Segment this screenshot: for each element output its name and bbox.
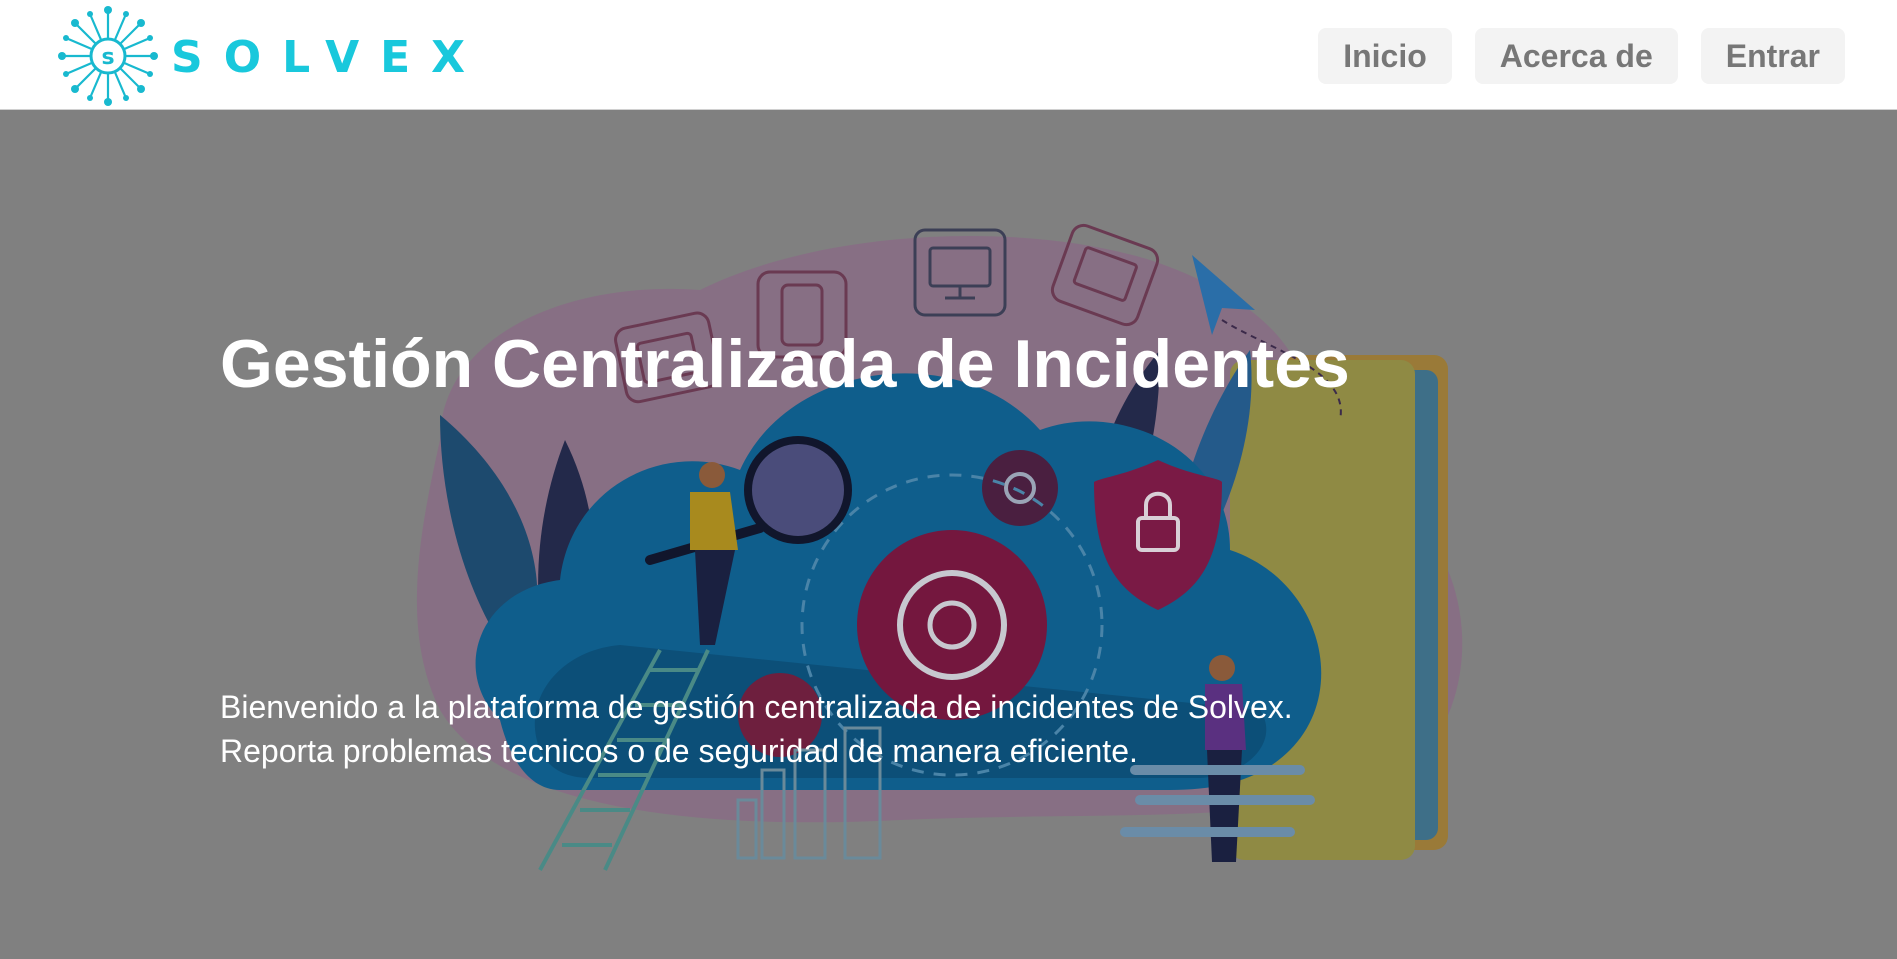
hero-title: Gestión Centralizada de Incidentes: [220, 326, 1350, 402]
solvex-logo[interactable]: s SOLVEX: [56, 4, 465, 108]
hero-background-illustration: [416, 223, 1463, 871]
nav-entrar-button[interactable]: Entrar: [1700, 28, 1845, 84]
brand-name: SOLVEX: [171, 32, 487, 83]
nav-acerca-de-button[interactable]: Acerca de: [1474, 28, 1678, 84]
solvex-logo-mark: s: [58, 6, 158, 106]
hero-description-line-1: Bienvenido a la plataforma de gestión ce…: [220, 689, 1293, 725]
main-nav: Inicio Acerca de Entrar: [1318, 28, 1845, 84]
hero-description: Bienvenido a la plataforma de gestión ce…: [220, 685, 1293, 773]
top-navbar: s SOLVEX Inicio Acerca de Entrar: [0, 0, 1897, 110]
nav-inicio-button[interactable]: Inicio: [1318, 28, 1452, 84]
hero-description-line-2: Reporta problemas tecnicos o de segurida…: [220, 733, 1138, 769]
logo-mark-letter: s: [101, 45, 114, 70]
hero-section: Gestión Centralizada de Incidentes Bienv…: [0, 110, 1897, 959]
